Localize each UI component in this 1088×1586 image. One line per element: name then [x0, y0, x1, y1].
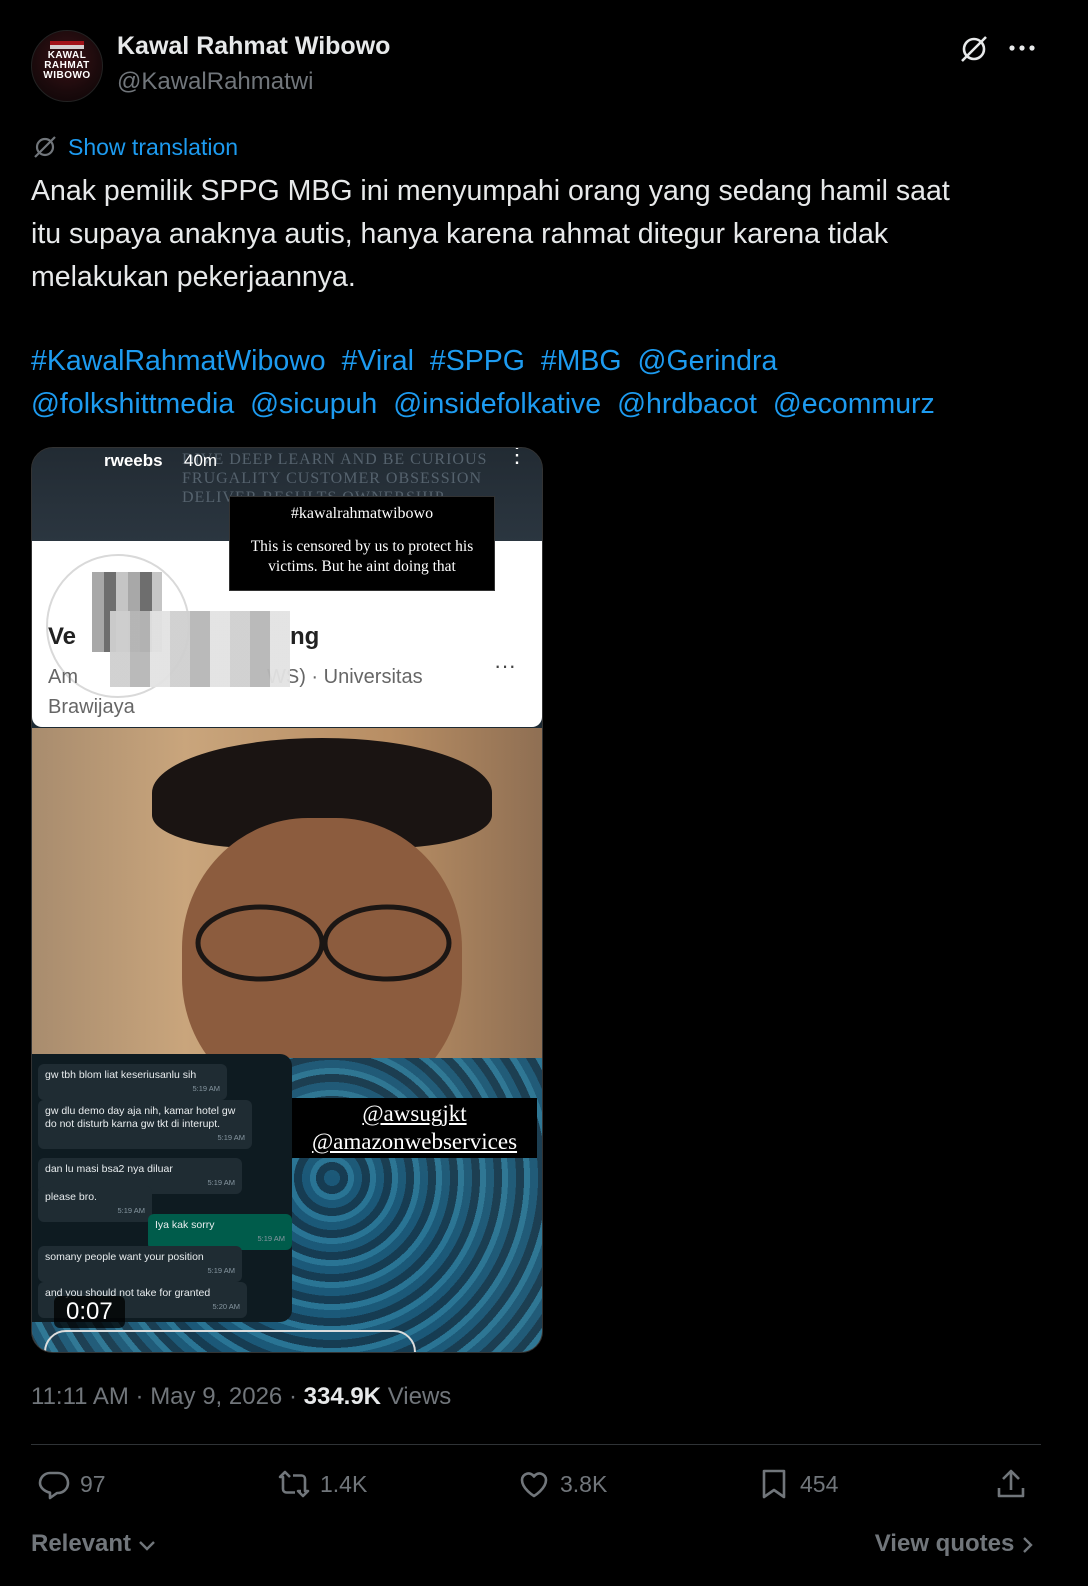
like-button[interactable]: 3.8K: [516, 1466, 607, 1502]
chat-message-text: gw tbh blom liat keseriusanlu sih: [45, 1069, 197, 1081]
like-icon: [520, 1472, 548, 1498]
story-reply-field: [44, 1330, 416, 1352]
translate-icon: [34, 136, 56, 158]
action-bar: 97 1.4K 3.8K 454: [31, 1466, 1041, 1512]
profile-company-school: WS) · Universitas: [267, 666, 423, 688]
hashtag-link[interactable]: #MBG: [541, 345, 622, 377]
reply-button[interactable]: 97: [36, 1466, 106, 1502]
view-quotes-label: View quotes: [874, 1530, 1015, 1557]
notice-hashtag: #kawalrahmatwibowo: [290, 505, 434, 522]
sort-label: Relevant: [31, 1530, 132, 1557]
chevron-right-icon: [1023, 1536, 1033, 1553]
view-quotes-link[interactable]: View quotes: [875, 1530, 1035, 1558]
hashtag-link[interactable]: #Viral: [342, 345, 414, 377]
chat-message-time: 5:19 AM: [217, 1133, 245, 1142]
meta-separator: ·: [288, 1383, 304, 1410]
mention-link[interactable]: @Gerindra: [638, 345, 778, 377]
mention-link[interactable]: @ecommurz: [773, 388, 935, 420]
hashtag-link[interactable]: #KawalRahmatWibowo: [31, 345, 326, 377]
profile-card-more-icon: ···: [494, 653, 516, 678]
more-icon[interactable]: [1008, 40, 1036, 56]
chat-message: please bro. 5:19 AM: [38, 1186, 152, 1222]
chat-message-text: somany people want your position: [45, 1251, 204, 1263]
tweet-time[interactable]: 11:11 AM: [31, 1383, 129, 1410]
chat-message-time: 5:19 AM: [207, 1266, 235, 1275]
tagged-handles: @awsugjkt @amazonwebservices: [292, 1098, 537, 1158]
chat-message-time: 5:19 AM: [257, 1234, 285, 1243]
reply-count: 97: [80, 1470, 106, 1497]
censor-blur: [110, 611, 290, 687]
tagged-handle: @awsugjkt: [362, 1101, 467, 1126]
show-translation-link[interactable]: Show translation: [68, 134, 238, 161]
views-label: Views: [387, 1383, 452, 1410]
reply-icon: [38, 1471, 70, 1500]
video-player[interactable]: DIVE DEEP LEARN AND BE CURIOUS FRUGALITY…: [31, 447, 543, 1353]
mention-link[interactable]: @hrdbacot: [617, 388, 757, 420]
chat-message-text: gw dlu demo day aja nih, kamar hotel gw …: [45, 1105, 236, 1130]
bookmark-count: 454: [800, 1470, 839, 1497]
chat-screenshot: gw tbh blom liat keseriusanlu sih 5:19 A…: [32, 1054, 292, 1322]
person-glasses: [195, 904, 452, 982]
profile-name-end: ng: [290, 623, 320, 650]
chat-message-text: dan lu masi bsa2 nya diluar: [45, 1163, 173, 1175]
tweet-meta: 11:11 AM · May 9, 2026 · 334.9K Views: [31, 1383, 451, 1411]
chat-message-text: please bro.: [45, 1191, 97, 1203]
grok-icon[interactable]: [958, 33, 990, 65]
meta-separator: ·: [135, 1383, 151, 1410]
share-icon: [997, 1469, 1025, 1498]
story-username: rweebs: [104, 451, 163, 470]
author-display-name[interactable]: Kawal Rahmat Wibowo: [117, 32, 390, 61]
chat-message: gw tbh blom liat keseriusanlu sih 5:19 A…: [38, 1064, 227, 1100]
mention-link[interactable]: @sicupuh: [250, 388, 377, 420]
repost-icon: [278, 1470, 310, 1498]
chevron-down-icon: [138, 1540, 155, 1551]
censor-notice: #kawalrahmatwibowo This is censored by u…: [229, 496, 495, 591]
chat-message: somany people want your position 5:19 AM: [38, 1246, 242, 1282]
video-duration: 0:07: [54, 1296, 125, 1328]
mention-link[interactable]: @folkshittmedia: [31, 388, 234, 420]
share-button[interactable]: [993, 1466, 1037, 1502]
repost-count: 1.4K: [320, 1470, 368, 1497]
avatar-flag: [50, 41, 84, 49]
sort-dropdown[interactable]: Relevant: [31, 1530, 156, 1558]
tweet-text-line: melakukan pekerjaannya.: [31, 261, 356, 293]
profile-company-start: Am: [48, 666, 78, 688]
tweet-text: Anak pemilik SPPG MBG ini menyumpahi ora…: [31, 170, 1041, 299]
like-count: 3.8K: [560, 1470, 608, 1497]
notice-text: This is censored by us to protect his vi…: [250, 538, 474, 575]
mention-link[interactable]: @insidefolkative: [393, 388, 601, 420]
tagged-handle: @amazonwebservices: [311, 1129, 518, 1154]
author-handle[interactable]: @KawalRahmatwi: [117, 68, 313, 96]
profile-school-name: Brawijaya: [48, 696, 135, 718]
chat-message-time: 5:19 AM: [117, 1206, 145, 1215]
tweet-date[interactable]: May 9, 2026: [150, 1383, 282, 1410]
repost-button[interactable]: 1.4K: [276, 1466, 367, 1502]
chat-message: gw dlu demo day aja nih, kamar hotel gw …: [38, 1100, 252, 1149]
chat-message-time: 5:19 AM: [192, 1084, 220, 1093]
translation-row[interactable]: Show translation: [32, 132, 238, 162]
story-more-icon: ⋮: [506, 448, 528, 466]
hashtags-mentions: #KawalRahmatWibowo #Viral #SPPG #MBG @Ge…: [31, 340, 1041, 426]
tweet-text-line: itu supaya anaknya autis, hanya karena r…: [31, 218, 889, 250]
chat-message-outgoing: Iya kak sorry 5:19 AM: [148, 1214, 292, 1250]
tweet-text-line: Anak pemilik SPPG MBG ini menyumpahi ora…: [31, 175, 950, 207]
chat-message-text: Iya kak sorry: [155, 1219, 215, 1231]
bookmark-icon: [762, 1469, 786, 1499]
author-avatar[interactable]: KAWAL RAHMAT WIBOWO: [31, 30, 103, 102]
views-count: 334.9K: [303, 1383, 382, 1410]
tweet: KAWAL RAHMAT WIBOWO Kawal Rahmat Wibowo …: [0, 0, 1088, 1586]
divider: [31, 1444, 1041, 1445]
story-time: 40m: [184, 451, 218, 470]
hashtag-link[interactable]: #SPPG: [430, 345, 525, 377]
avatar-logo-text: KAWAL RAHMAT WIBOWO: [43, 50, 91, 81]
bookmark-button[interactable]: 454: [756, 1466, 838, 1502]
profile-name-start: Ve: [48, 623, 77, 650]
